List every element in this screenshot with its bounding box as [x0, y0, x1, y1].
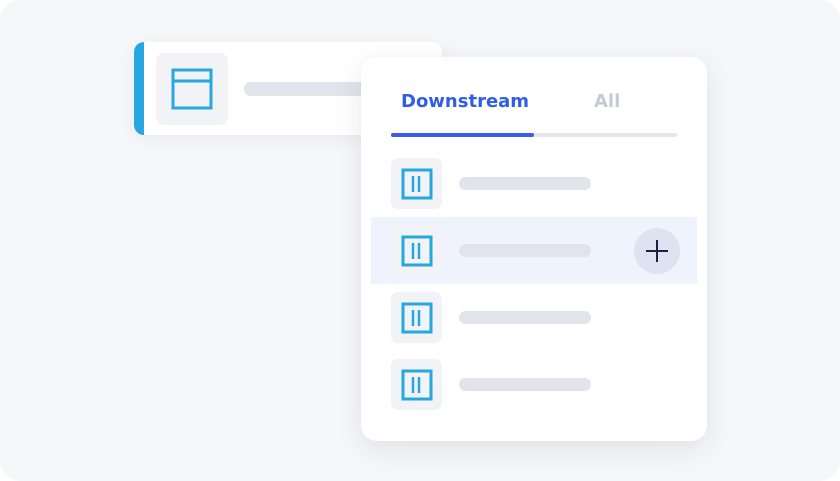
- columns-icon-tile: [391, 292, 442, 343]
- item-label-placeholder: [459, 378, 591, 391]
- columns-icon-tile: [391, 158, 442, 209]
- list-item[interactable]: [371, 150, 697, 217]
- tab-all[interactable]: All: [594, 91, 620, 112]
- list-item-highlighted[interactable]: [371, 217, 697, 284]
- columns-icon: [401, 369, 432, 400]
- columns-icon-tile: [391, 225, 442, 276]
- window-icon-tile: [156, 53, 228, 125]
- item-list: [371, 150, 697, 418]
- list-item[interactable]: [371, 351, 697, 418]
- item-label-placeholder: [459, 244, 591, 257]
- add-button[interactable]: [634, 228, 680, 274]
- window-icon: [171, 68, 213, 110]
- downstream-panel: Downstream All: [361, 57, 707, 441]
- plus-icon: [646, 240, 668, 262]
- columns-icon: [401, 168, 432, 199]
- item-label-placeholder: [459, 177, 591, 190]
- columns-icon-tile: [391, 359, 442, 410]
- columns-icon: [401, 235, 432, 266]
- tab-downstream[interactable]: Downstream: [401, 91, 529, 112]
- item-label-placeholder: [459, 311, 591, 324]
- list-item[interactable]: [371, 284, 697, 351]
- columns-icon: [401, 302, 432, 333]
- tab-track: [391, 133, 677, 137]
- canvas-background: Downstream All: [0, 0, 840, 481]
- tab-bar: Downstream All: [391, 91, 677, 139]
- card-accent-bar: [134, 42, 144, 135]
- tab-active-indicator: [391, 133, 534, 137]
